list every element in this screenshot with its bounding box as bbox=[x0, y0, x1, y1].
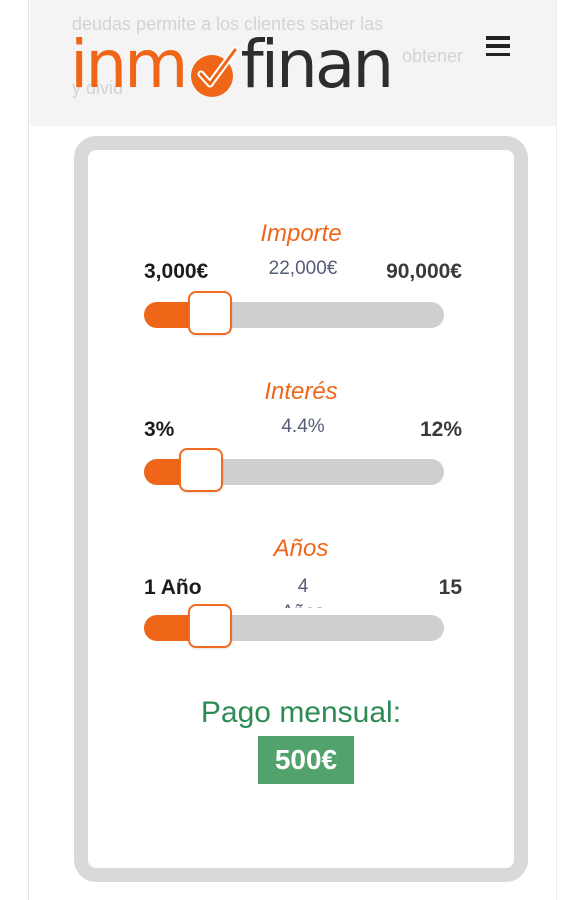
site-header: deudas permite a los clientes saber las … bbox=[30, 0, 556, 126]
interes-slider[interactable] bbox=[144, 448, 444, 492]
right-divider bbox=[556, 0, 557, 900]
importe-max-label: 90,000€ bbox=[386, 260, 462, 283]
anos-range-labels: 1 Año 4 Años 15 bbox=[144, 574, 462, 608]
anos-current-value-group: 4 Años bbox=[144, 574, 462, 608]
hamburger-bar bbox=[486, 36, 510, 40]
left-divider bbox=[28, 0, 29, 900]
anos-current-value: 4 bbox=[297, 576, 309, 597]
interes-current-value: 4.4% bbox=[281, 416, 325, 437]
anos-title: Años bbox=[273, 535, 329, 562]
inmofinan-logo[interactable]: inm finan bbox=[70, 22, 394, 108]
hamburger-menu-icon[interactable] bbox=[486, 36, 510, 56]
slider-thumb[interactable] bbox=[188, 291, 232, 335]
monthly-payment-label: Pago mensual: bbox=[200, 696, 402, 729]
logo-check-icon bbox=[188, 36, 239, 102]
logo-text-inm: inm bbox=[70, 26, 188, 103]
loan-calculator-card: Importe 3,000€ 22,000€ 90,000€ Interés 3… bbox=[74, 136, 528, 882]
slider-thumb[interactable] bbox=[188, 604, 232, 648]
logo-text-finan: finan bbox=[240, 26, 394, 103]
interes-title: Interés bbox=[264, 378, 338, 405]
interes-max-label: 12% bbox=[419, 418, 462, 441]
hamburger-bar bbox=[486, 52, 510, 56]
slider-thumb[interactable] bbox=[179, 448, 223, 492]
hamburger-bar bbox=[486, 44, 510, 48]
importe-range-labels: 3,000€ 22,000€ 90,000€ bbox=[144, 258, 462, 290]
anos-slider[interactable] bbox=[144, 604, 444, 648]
importe-title: Importe bbox=[260, 220, 342, 247]
importe-slider[interactable] bbox=[144, 291, 444, 335]
monthly-payment-value: 500€ bbox=[258, 736, 354, 784]
anos-max-label: 15 bbox=[438, 576, 462, 599]
page: deudas permite a los clientes saber las … bbox=[0, 0, 576, 900]
interes-range-labels: 3% 4.4% 12% bbox=[144, 416, 462, 448]
